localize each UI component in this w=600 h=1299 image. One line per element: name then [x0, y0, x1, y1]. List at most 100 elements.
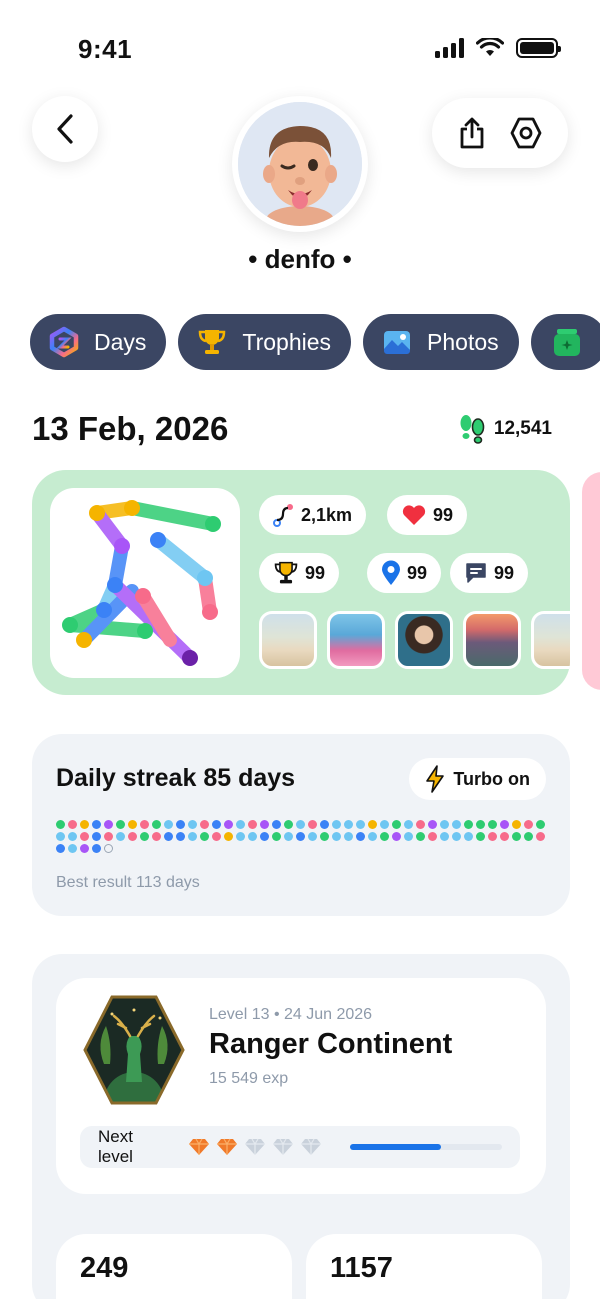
streak-dot	[452, 820, 461, 829]
streak-dot	[200, 832, 209, 841]
photo-thumbnail[interactable]	[531, 611, 570, 669]
places-chip[interactable]: 99	[367, 553, 442, 593]
streak-dot	[536, 832, 545, 841]
next-level-bar: Next level	[80, 1126, 520, 1168]
streak-dot	[92, 832, 101, 841]
streak-dot	[464, 820, 473, 829]
avatar[interactable]	[232, 96, 368, 232]
tab-days-label: Days	[94, 328, 147, 355]
stat-box-left[interactable]: 249	[56, 1234, 292, 1299]
photo-thumbnail[interactable]	[395, 611, 453, 669]
streak-dot-empty	[104, 844, 113, 853]
signal-icon	[435, 38, 464, 58]
streak-dot	[440, 832, 449, 841]
day-card[interactable]: 2,1km 99 99 99 99	[32, 470, 570, 695]
green-jar-icon	[551, 326, 583, 358]
gem-empty-icon	[301, 1138, 322, 1155]
comments-chip[interactable]: 99	[450, 553, 529, 593]
streak-dot	[368, 832, 377, 841]
streak-dot	[104, 820, 113, 829]
streak-dot	[428, 832, 437, 841]
streak-dot	[428, 820, 437, 829]
route-map[interactable]	[50, 488, 240, 678]
level-name: Ranger Continent	[209, 1028, 453, 1060]
gem-empty-icon	[273, 1138, 294, 1155]
streak-dot	[500, 820, 509, 829]
hexagon-gradient-icon	[48, 326, 80, 358]
streak-dot	[392, 832, 401, 841]
streak-dot	[380, 832, 389, 841]
streak-dot	[116, 820, 125, 829]
distance-value: 2,1km	[301, 504, 353, 525]
photo-thumbnail[interactable]	[463, 611, 521, 669]
streak-dot	[356, 832, 365, 841]
streak-dot	[488, 820, 497, 829]
streak-dot	[272, 820, 281, 829]
streak-dot	[512, 820, 521, 829]
trophies-chip[interactable]: 99	[259, 553, 340, 593]
day-date: 13 Feb, 2026	[32, 410, 229, 447]
level-card[interactable]: Level 13 • 24 Jun 2026 Ranger Continent …	[56, 978, 546, 1194]
username: • denfo •	[248, 244, 352, 274]
battery-icon	[516, 38, 561, 58]
places-value: 99	[407, 562, 428, 583]
streak-dot	[128, 832, 137, 841]
streak-dot	[152, 820, 161, 829]
streak-dot	[236, 820, 245, 829]
back-button[interactable]	[32, 96, 98, 162]
streak-dot	[524, 820, 533, 829]
tab-days[interactable]: Days	[30, 314, 167, 370]
streak-dot	[308, 820, 317, 829]
best-result: Best result 113 days	[56, 874, 200, 891]
photo-thumbnail[interactable]	[259, 611, 317, 669]
streak-dot	[392, 820, 401, 829]
tab-trophies[interactable]: Trophies	[178, 314, 352, 370]
level-exp: 15 549 exp	[209, 1070, 289, 1087]
streak-card: Daily streak 85 days Turbo on Best resul…	[32, 734, 570, 916]
streak-dot	[68, 832, 77, 841]
streak-title: Daily streak 85 days	[56, 764, 296, 792]
streak-dot	[68, 844, 77, 853]
streak-dot	[164, 832, 173, 841]
stat-value: 1157	[330, 1252, 393, 1284]
settings-icon[interactable]	[509, 116, 543, 150]
streak-dot	[56, 820, 65, 829]
stat-box-right[interactable]: 1157	[306, 1234, 542, 1299]
streak-dot	[188, 820, 197, 829]
steps-counter: 12,541	[458, 414, 552, 444]
streak-dot	[416, 820, 425, 829]
streak-dot	[56, 832, 65, 841]
streak-dot	[92, 844, 101, 853]
lightning-icon	[426, 765, 445, 793]
memoji-avatar-icon	[238, 102, 362, 226]
streak-dot	[332, 832, 341, 841]
next-day-card[interactable]	[582, 472, 600, 690]
streak-dot	[476, 832, 485, 841]
wifi-icon	[476, 38, 504, 56]
streak-dot	[200, 820, 209, 829]
likes-value: 99	[433, 504, 454, 525]
comments-value: 99	[494, 562, 515, 583]
tab-photos[interactable]: Photos	[363, 314, 519, 370]
streak-dot	[320, 832, 329, 841]
streak-dot	[296, 832, 305, 841]
streak-dot	[248, 820, 257, 829]
streak-dot	[80, 844, 89, 853]
streak-dot	[296, 820, 305, 829]
streak-dot	[68, 820, 77, 829]
share-icon[interactable]	[457, 117, 487, 149]
photo-thumbnail[interactable]	[327, 611, 385, 669]
distance-chip[interactable]: 2,1km	[259, 495, 367, 535]
streak-dot	[80, 820, 89, 829]
streak-dot	[248, 832, 257, 841]
streak-dot	[128, 820, 137, 829]
streak-dot	[380, 820, 389, 829]
streak-dot	[80, 832, 89, 841]
streak-dot	[140, 820, 149, 829]
tab-more[interactable]	[530, 314, 600, 370]
steps-value: 12,541	[493, 418, 552, 439]
streak-dot	[344, 832, 353, 841]
likes-chip[interactable]: 99	[387, 495, 468, 535]
comment-icon	[466, 563, 486, 583]
turbo-button[interactable]: Turbo on	[409, 758, 546, 800]
